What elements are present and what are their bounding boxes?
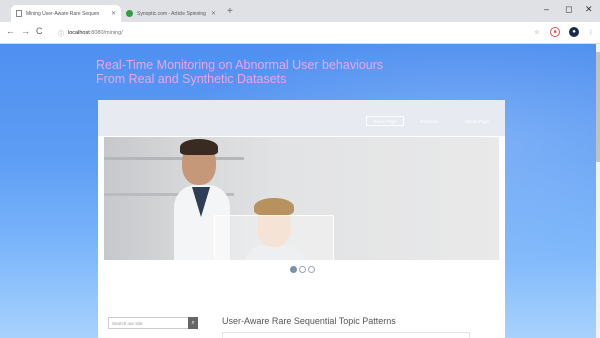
back-button[interactable]: ← xyxy=(6,26,15,36)
glass-screen xyxy=(214,215,334,260)
tab-synoptic[interactable]: Synoptic.com - Article Spinning ✕ xyxy=(121,5,221,22)
document-icon xyxy=(16,10,22,17)
scrollbar-thumb[interactable] xyxy=(596,52,600,162)
address-path: :8080/mining/ xyxy=(89,30,123,36)
search-input[interactable]: Search our site xyxy=(108,317,196,329)
nav-media-page[interactable]: Media Page xyxy=(460,116,494,126)
slider-dot[interactable] xyxy=(308,266,315,273)
address-bar[interactable]: ⓘ localhost :8080/mining/ xyxy=(58,26,528,40)
tab-title: Synoptic.com - Article Spinning xyxy=(137,10,206,17)
slider-pagination xyxy=(290,266,315,273)
new-tab-button[interactable]: + xyxy=(227,6,233,17)
close-window-button[interactable]: ✕ xyxy=(585,4,593,15)
page-viewport: Real-Time Monitoring on Abnormal User be… xyxy=(0,44,596,338)
site-title: Real-Time Monitoring on Abnormal User be… xyxy=(96,58,383,86)
slider-dot[interactable] xyxy=(290,266,297,273)
minimize-button[interactable]: – xyxy=(544,4,549,14)
address-host: localhost xyxy=(68,30,90,36)
search-button[interactable]: ⌕ xyxy=(188,317,198,329)
kebab-menu-icon[interactable]: ⋮ xyxy=(586,27,596,37)
shield-icon[interactable]: ■ xyxy=(550,27,560,37)
close-icon[interactable]: ✕ xyxy=(111,10,116,17)
section-title: User-Aware Rare Sequential Topic Pattern… xyxy=(222,316,396,326)
hero-slider-image xyxy=(104,137,499,260)
forward-button[interactable]: → xyxy=(21,26,30,36)
search-icon: ⌕ xyxy=(191,319,195,326)
reload-button[interactable]: C xyxy=(36,26,43,36)
tab-mining[interactable]: Mining User-Aware Rare Sequen ✕ xyxy=(11,5,121,22)
nav-home-page[interactable]: Home Page xyxy=(366,116,404,126)
close-icon[interactable]: ✕ xyxy=(211,10,216,17)
nav-services[interactable]: Services xyxy=(414,116,444,126)
profile-avatar[interactable]: ● xyxy=(569,27,579,37)
browser-tab-bar: Mining User-Aware Rare Sequen ✕ Synoptic… xyxy=(0,0,600,22)
tab-title: Mining User-Aware Rare Sequen xyxy=(26,10,100,17)
content-panel xyxy=(222,332,470,338)
site-title-line1: Real-Time Monitoring on Abnormal User be… xyxy=(96,58,384,72)
info-icon: ⓘ xyxy=(58,31,65,38)
content-container: Home Page Services Media Page Search our… xyxy=(98,100,505,338)
main-navbar: Home Page Services Media Page xyxy=(98,100,505,136)
maximize-button[interactable]: ◻ xyxy=(565,4,572,15)
browser-toolbar: ← → C ⓘ localhost :8080/mining/ ☆ ■ ● ⋮ xyxy=(0,22,600,44)
site-title-line2: From Real and Synthetic Datasets xyxy=(96,72,287,86)
star-icon[interactable]: ☆ xyxy=(532,27,542,37)
site-favicon-icon xyxy=(126,10,133,17)
slider-dot[interactable] xyxy=(299,266,306,273)
